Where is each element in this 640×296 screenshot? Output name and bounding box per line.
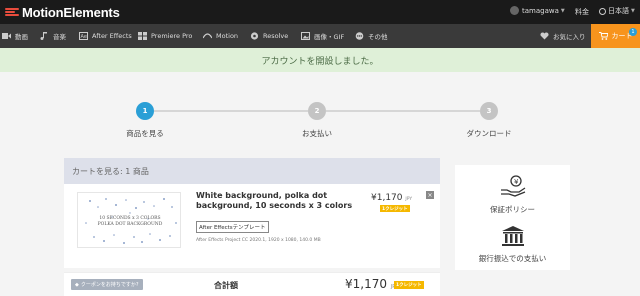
cart-count-badge: 1 bbox=[629, 28, 637, 36]
nav-item-label: その他 bbox=[368, 33, 388, 41]
coupon-button[interactable]: ◆ クーポンをお持ちですか? bbox=[71, 279, 143, 290]
item-meta: After Effects Project CC 2020.1, 1920 x … bbox=[196, 238, 321, 243]
total-credit-badge: 1クレジット bbox=[394, 281, 424, 289]
logo-mark-icon bbox=[5, 7, 19, 17]
cart-icon bbox=[598, 32, 608, 40]
tag-icon: ◆ bbox=[75, 281, 79, 288]
item-price-value: ¥1,170 bbox=[371, 193, 403, 203]
other-icon bbox=[355, 32, 364, 40]
heart-icon bbox=[540, 32, 549, 40]
notice-text: アカウントを開設しました。 bbox=[261, 56, 379, 67]
language-label: 日本語 bbox=[608, 7, 629, 15]
step-connector bbox=[154, 110, 308, 112]
total-label: 合計額 bbox=[214, 281, 238, 290]
info-side-panel: ¥ 保証ポリシー 銀行振込での支払い bbox=[455, 165, 570, 270]
step-1-label: 商品を見る bbox=[126, 129, 164, 138]
cart-button[interactable]: カート 1 bbox=[591, 24, 640, 48]
image-icon bbox=[301, 32, 310, 40]
motion-icon bbox=[203, 32, 212, 40]
music-icon bbox=[40, 32, 49, 40]
thumbnail-caption: 10 SECONDS x 3 COLORS POLKA DOT BACKGROU… bbox=[97, 216, 163, 227]
username: tamagawa bbox=[522, 6, 559, 15]
nav-item-label: Resolve bbox=[263, 32, 289, 40]
logo[interactable]: MotionElements bbox=[5, 4, 120, 20]
nav-item-label: 画像・GIF bbox=[314, 33, 345, 41]
guarantee-hand-icon: ¥ bbox=[455, 174, 570, 198]
nav-item-video[interactable]: 動画 bbox=[2, 24, 28, 48]
premiere-pro-icon bbox=[138, 32, 147, 40]
nav-item-premiere-pro[interactable]: Premiere Pro bbox=[138, 24, 192, 48]
cart-header-text: カートを見る: 1 商品 bbox=[72, 166, 149, 176]
nav-item-label: Premiere Pro bbox=[151, 32, 193, 40]
user-menu[interactable]: tamagawa ▼ bbox=[510, 6, 565, 15]
cart-header: カートを見る: 1 商品 bbox=[64, 158, 440, 184]
video-icon bbox=[2, 32, 11, 40]
after-effects-icon: Ae bbox=[79, 32, 88, 40]
checkout-steps: 1 2 3 商品を見る お支払い ダウンロード bbox=[0, 100, 640, 140]
nav-item-images[interactable]: 画像・GIF bbox=[301, 24, 344, 48]
chevron-down-icon: ▼ bbox=[631, 8, 635, 14]
nav-item-label: After Effects bbox=[92, 32, 132, 40]
item-credit-badge: 1クレジット bbox=[380, 205, 410, 212]
chevron-down-icon: ▼ bbox=[560, 7, 565, 14]
step-3-label: ダウンロード bbox=[466, 129, 512, 138]
bank-icon bbox=[455, 225, 570, 247]
nav-item-other[interactable]: その他 bbox=[355, 24, 388, 48]
resolve-icon bbox=[250, 32, 259, 40]
remove-item-button[interactable]: × bbox=[426, 191, 434, 199]
close-icon: × bbox=[427, 191, 433, 199]
item-price: ¥1,170 JPY bbox=[371, 193, 412, 203]
nav-item-motion[interactable]: Motion bbox=[203, 24, 238, 48]
step-3-indicator: 3 bbox=[480, 102, 498, 120]
cart-panel: カートを見る: 1 商品 10 SECONDS x 3 COLORS POLKA… bbox=[64, 158, 440, 268]
step-1-indicator: 1 bbox=[136, 102, 154, 120]
nav-item-label: 動画 bbox=[15, 33, 28, 41]
step-2-indicator: 2 bbox=[308, 102, 326, 120]
nav-item-music[interactable]: 音楽 bbox=[40, 24, 66, 48]
nav-item-label: Motion bbox=[216, 32, 239, 40]
step-connector bbox=[326, 110, 480, 112]
svg-text:Ae: Ae bbox=[81, 34, 87, 40]
total-bar: ◆ クーポンをお持ちですか? 合計額 ¥1,170 JPY 1クレジット bbox=[64, 272, 440, 296]
logo-text: MotionElements bbox=[22, 4, 120, 20]
bank-transfer-link[interactable]: 銀行振込での支払い bbox=[455, 253, 570, 264]
success-notice: アカウントを開設しました。 bbox=[0, 48, 640, 72]
nav-item-after-effects[interactable]: Ae After Effects bbox=[79, 24, 132, 48]
total-price: ¥1,170 JPY bbox=[345, 277, 398, 291]
nav-item-resolve[interactable]: Resolve bbox=[250, 24, 288, 48]
globe-icon bbox=[599, 7, 606, 15]
guarantee-policy-link[interactable]: 保証ポリシー bbox=[455, 204, 570, 215]
item-price-unit: JPY bbox=[405, 197, 413, 202]
language-menu[interactable]: 日本語 ▼ bbox=[599, 6, 635, 16]
nav-item-label: 音楽 bbox=[53, 33, 66, 41]
top-bar: MotionElements tamagawa ▼ 料金 日本語 ▼ bbox=[0, 0, 640, 24]
item-thumbnail[interactable]: 10 SECONDS x 3 COLORS POLKA DOT BACKGROU… bbox=[77, 192, 181, 248]
total-price-value: ¥1,170 bbox=[345, 277, 387, 291]
category-nav: 動画 音楽 Ae After Effects Premiere Pro Moti… bbox=[0, 24, 640, 48]
item-title[interactable]: White background, polka dot background, … bbox=[196, 191, 366, 211]
pricing-link[interactable]: 料金 bbox=[575, 7, 589, 17]
svg-text:¥: ¥ bbox=[514, 178, 519, 186]
item-type-tag: After Effectsテンプレート bbox=[196, 221, 269, 233]
favorites-label: お気に入り bbox=[553, 33, 586, 41]
step-2-label: お支払い bbox=[302, 129, 332, 138]
coupon-label: クーポンをお持ちですか? bbox=[80, 282, 139, 288]
favorites-link[interactable]: お気に入り bbox=[540, 24, 586, 48]
avatar bbox=[510, 6, 519, 15]
